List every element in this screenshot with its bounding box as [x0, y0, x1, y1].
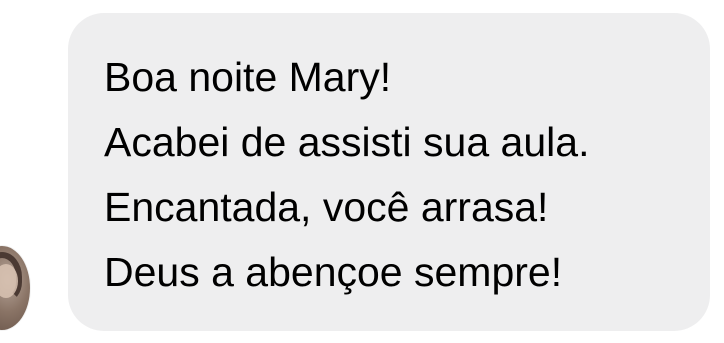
message-text: Boa noite Mary! Acabei de assisti sua au… [104, 45, 589, 305]
sender-avatar[interactable] [0, 246, 30, 330]
incoming-message-row: Boa noite Mary! Acabei de assisti sua au… [0, 0, 724, 343]
message-bubble[interactable]: Boa noite Mary! Acabei de assisti sua au… [68, 13, 710, 331]
message-line: Boa noite Mary! [104, 54, 392, 100]
message-line: Acabei de assisti sua aula. [104, 119, 590, 165]
message-line: Deus a abençoe sempre! [104, 249, 563, 295]
message-line: Encantada, você arrasa! [104, 184, 549, 230]
